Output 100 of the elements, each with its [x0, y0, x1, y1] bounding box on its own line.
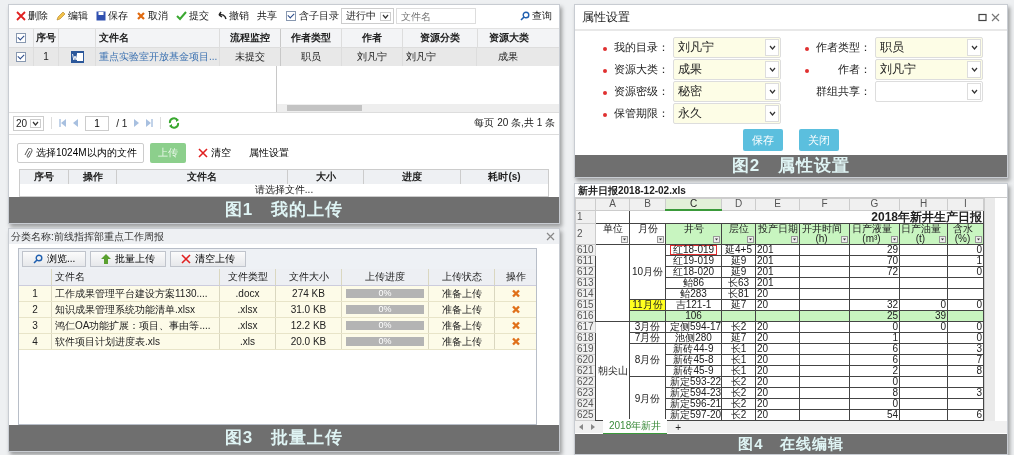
- row-number[interactable]: 618: [575, 332, 596, 344]
- table-cell[interactable]: 新定596-21: [667, 399, 725, 409]
- search-button[interactable]: 查询: [517, 8, 555, 25]
- filter-icon[interactable]: [713, 236, 720, 243]
- column-letter[interactable]: D: [721, 198, 756, 210]
- row-number[interactable]: 612: [575, 266, 596, 278]
- row-number[interactable]: 622: [575, 376, 596, 388]
- row-number[interactable]: 614: [575, 288, 596, 300]
- table-cell: .xlsx: [220, 302, 276, 317]
- row-checkbox[interactable]: [16, 51, 26, 62]
- delete-icon[interactable]: [510, 321, 521, 330]
- column-letter[interactable]: E: [755, 198, 800, 210]
- table-cell[interactable]: 新定594-23: [667, 388, 725, 398]
- toolbar-button[interactable]: 提交: [173, 8, 212, 25]
- column-letter[interactable]: B: [629, 198, 666, 210]
- vertical-scrollbar[interactable]: [984, 198, 995, 421]
- toolbar-button[interactable]: 共享: [254, 8, 280, 25]
- sheet-tab[interactable]: 2018年新井: [603, 419, 668, 435]
- column-letter[interactable]: C: [665, 198, 722, 210]
- chevron-down-icon: [768, 110, 776, 116]
- table-cell: 2: [849, 365, 900, 377]
- toolbar-button[interactable]: 撤销: [214, 8, 252, 25]
- column-letter[interactable]: F: [799, 198, 850, 210]
- toolbar-button[interactable]: 取消: [133, 8, 171, 25]
- table-cell: 4: [19, 334, 52, 349]
- column-letter[interactable]: H: [899, 198, 948, 210]
- select-field[interactable]: [875, 80, 983, 102]
- filter-icon[interactable]: [747, 236, 754, 243]
- filter-icon[interactable]: [939, 236, 946, 243]
- row-number[interactable]: 2: [575, 223, 596, 245]
- table-cell: 长1: [721, 365, 756, 377]
- row-number[interactable]: 611: [575, 255, 596, 267]
- table-cell[interactable]: 新定597-20: [667, 410, 725, 420]
- toolbar-button[interactable]: 保存: [93, 8, 131, 25]
- toolbar-button[interactable]: 批量上传: [90, 251, 167, 267]
- chevron-down-icon: [380, 11, 391, 21]
- checkbox[interactable]: [286, 11, 296, 22]
- row-number[interactable]: 623: [575, 387, 596, 399]
- word-document-icon: [70, 50, 84, 63]
- row-number[interactable]: 616: [575, 310, 596, 322]
- select-field[interactable]: 职员: [875, 36, 983, 58]
- file-link[interactable]: 重点实验室开放基金项目...: [96, 47, 220, 66]
- select-field[interactable]: 永久: [673, 102, 781, 124]
- close-icon[interactable]: [991, 12, 1000, 22]
- select-all-checkbox[interactable]: [16, 32, 26, 43]
- column-letter[interactable]: G: [849, 198, 900, 210]
- settings-button[interactable]: 属性设置: [242, 146, 295, 160]
- filter-icon[interactable]: [891, 236, 898, 243]
- table-cell: 准备上传: [429, 318, 495, 333]
- search-field[interactable]: 文件名: [396, 8, 476, 25]
- status-dropdown[interactable]: 进行中: [341, 8, 394, 25]
- sheet-navigation-icon[interactable]: [579, 424, 595, 430]
- row-number[interactable]: 621: [575, 365, 596, 377]
- table-cell: 20.0 KB: [276, 334, 342, 349]
- delete-icon[interactable]: [510, 305, 521, 314]
- row-number[interactable]: 613: [575, 277, 596, 289]
- toolbar-button[interactable]: 清空上传: [170, 251, 247, 267]
- previous-page-icon[interactable]: [73, 119, 79, 128]
- add-sheet-button[interactable]: +: [675, 421, 682, 433]
- filter-icon[interactable]: [791, 236, 798, 243]
- horizontal-scrollbar[interactable]: [277, 103, 559, 112]
- table-cell[interactable]: 定侧594-17: [667, 322, 725, 332]
- maximize-icon[interactable]: [978, 12, 987, 22]
- delete-icon[interactable]: [510, 289, 521, 298]
- filter-icon[interactable]: [657, 236, 664, 243]
- delete-icon[interactable]: [510, 337, 521, 346]
- clear-button[interactable]: 清空: [191, 146, 237, 160]
- next-page-icon[interactable]: [134, 119, 140, 128]
- row-number[interactable]: 624: [575, 398, 596, 410]
- select-field[interactable]: 刘凡宁: [673, 36, 781, 58]
- column-header: 文件名: [117, 170, 288, 184]
- column-letter[interactable]: A: [595, 198, 630, 210]
- toolbar-button[interactable]: 删除: [13, 8, 51, 25]
- filter-icon[interactable]: [841, 236, 848, 243]
- column-letter[interactable]: I: [947, 198, 984, 210]
- filter-icon[interactable]: [621, 236, 628, 243]
- filter-icon[interactable]: [975, 236, 982, 243]
- row-number[interactable]: 615: [575, 299, 596, 311]
- page-size-dropdown[interactable]: 20: [13, 115, 45, 131]
- table-cell[interactable]: 新定593-22: [667, 377, 725, 387]
- page-number-field[interactable]: 1: [85, 115, 110, 131]
- table-cell: 20: [755, 321, 800, 333]
- table-cell[interactable]: 红18-019: [669, 245, 718, 255]
- row-number[interactable]: 625: [575, 409, 596, 421]
- choose-file-button[interactable]: 选择1024M以内的文件: [17, 143, 144, 163]
- row-number[interactable]: 610: [575, 244, 596, 256]
- refresh-icon[interactable]: [168, 117, 181, 130]
- select-field[interactable]: 成果: [673, 58, 781, 80]
- row-number[interactable]: 619: [575, 343, 596, 355]
- close-icon[interactable]: [546, 232, 555, 241]
- first-page-icon[interactable]: [59, 119, 67, 128]
- select-field[interactable]: 刘凡宁: [875, 58, 983, 80]
- row-number[interactable]: 620: [575, 354, 596, 366]
- table-cell: 未提交: [220, 47, 281, 66]
- row-number[interactable]: 617: [575, 321, 596, 333]
- select-field[interactable]: 秘密: [673, 80, 781, 102]
- toolbar-button[interactable]: 浏览...: [22, 251, 87, 267]
- table-cell: 知识成果管理系统功能清单.xlsx: [52, 302, 220, 317]
- toolbar-button[interactable]: 编辑: [53, 8, 91, 25]
- last-page-icon[interactable]: [146, 119, 154, 128]
